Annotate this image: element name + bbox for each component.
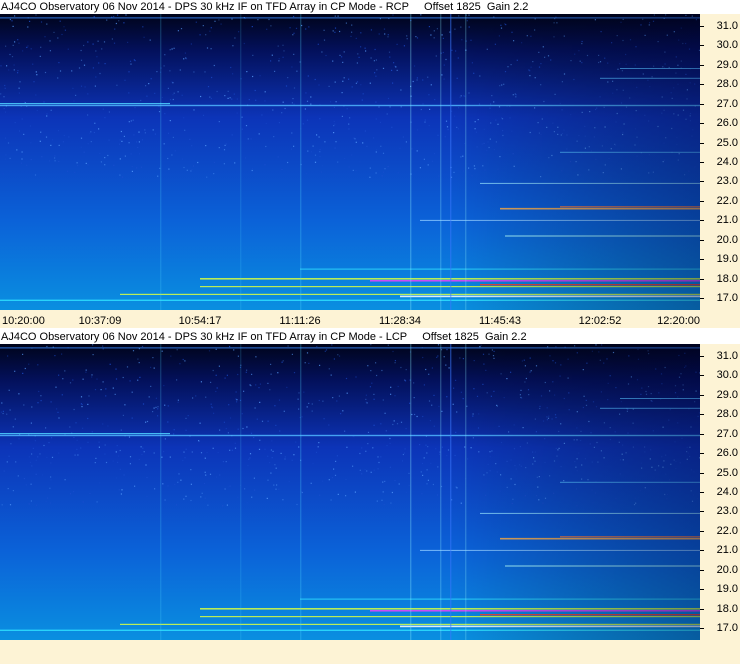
frequency-tick-label: 23.0 [716, 505, 738, 518]
frequency-tick-mark [700, 472, 704, 474]
spectrogram-fade [0, 344, 700, 640]
frequency-tick-mark [700, 628, 704, 630]
time-axis: 10:20:00 10:37:09 10:54:17 11:11:26 11:28:34… [0, 310, 740, 328]
frequency-tick-label: 20.0 [716, 233, 738, 246]
frequency-tick-label: 31.0 [716, 349, 738, 362]
rcp-chart-title: AJ4CO Observatory 06 Nov 2014 - DPS 30 k… [0, 0, 740, 14]
frequency-tick-label: 27.0 [716, 427, 738, 440]
frequency-tick-label: 26.0 [716, 117, 738, 130]
frequency-tick-label: 30.0 [716, 369, 738, 382]
frequency-tick-label: 19.0 [716, 253, 738, 266]
time-tick-label: 10:54:17 [178, 315, 222, 327]
frequency-tick-label: 22.0 [716, 524, 738, 537]
frequency-tick-mark [700, 259, 704, 261]
frequency-tick-label: 17.0 [716, 292, 738, 305]
frequency-tick-mark [700, 355, 704, 357]
rcp-spectrogram-canvas [0, 14, 700, 310]
frequency-tick-label: 22.0 [716, 194, 738, 207]
frequency-tick-mark [700, 453, 704, 455]
frequency-tick-label: 21.0 [716, 214, 738, 227]
time-tick-label: 10:20:00 [2, 315, 45, 327]
time-tick-label: 10:37:09 [78, 315, 122, 327]
rcp-frequency-axis: 31.0 30.0 29.0 28.0 27.0 26.0 25.0 24.0 23.0 22.0… [700, 14, 740, 310]
frequency-tick-mark [700, 569, 704, 571]
frequency-tick-mark [700, 414, 704, 416]
frequency-tick-mark [700, 511, 704, 513]
frequency-tick-label: 31.0 [716, 19, 738, 32]
frequency-tick-label: 20.0 [716, 563, 738, 576]
frequency-tick-label: 23.0 [716, 175, 738, 188]
frequency-tick-mark [700, 530, 704, 532]
frequency-tick-mark [700, 278, 704, 280]
frequency-tick-mark [700, 142, 704, 144]
frequency-tick-label: 28.0 [716, 408, 738, 421]
frequency-tick-label: 18.0 [716, 272, 738, 285]
frequency-tick-mark [700, 84, 704, 86]
frequency-tick-mark [700, 220, 704, 222]
frequency-tick-mark [700, 123, 704, 125]
frequency-tick-mark [700, 394, 704, 396]
frequency-tick-mark [700, 200, 704, 202]
frequency-tick-label: 26.0 [716, 447, 738, 460]
frequency-tick-label: 30.0 [716, 39, 738, 52]
frequency-tick-label: 19.0 [716, 583, 738, 596]
frequency-tick-label: 17.0 [716, 622, 738, 635]
frequency-tick-label: 25.0 [716, 136, 738, 149]
time-tick-label: 11:11:26 [279, 315, 321, 327]
frequency-tick-label: 21.0 [716, 544, 738, 557]
frequency-tick-mark [700, 550, 704, 552]
frequency-tick-mark [700, 608, 704, 610]
lcp-chart-title: AJ4CO Observatory 06 Nov 2014 - DPS 30 k… [0, 330, 740, 344]
frequency-tick-label: 28.0 [716, 78, 738, 91]
time-tick-label: 11:45:43 [478, 315, 522, 327]
time-tick-label: 12:02:52 [578, 315, 622, 327]
frequency-tick-label: 25.0 [716, 466, 738, 479]
frequency-tick-mark [700, 239, 704, 241]
frequency-tick-mark [700, 375, 704, 377]
lcp-frequency-axis: 31.0 30.0 29.0 28.0 27.0 26.0 25.0 24.0 23.0 22.0… [700, 344, 740, 640]
frequency-tick-mark [700, 103, 704, 105]
time-tick-label: 12:20:00 [657, 315, 700, 327]
frequency-tick-label: 29.0 [716, 388, 738, 401]
spectrogram-fade [0, 14, 700, 310]
frequency-tick-mark [700, 162, 704, 163]
frequency-tick-mark [700, 45, 704, 47]
frequency-tick-mark [700, 589, 704, 591]
lcp-time-axis-strip [0, 640, 740, 664]
frequency-tick-label: 29.0 [716, 58, 738, 71]
frequency-tick-label: 24.0 [716, 486, 738, 498]
frequency-tick-mark [700, 492, 704, 493]
lcp-spectrogram-panel: AJ4CO Observatory 06 Nov 2014 - DPS 30 k… [0, 330, 740, 664]
rcp-spectrogram-plot [0, 14, 700, 310]
rcp-spectrogram-panel: AJ4CO Observatory 06 Nov 2014 - DPS 30 k… [0, 0, 740, 330]
frequency-tick-mark [700, 298, 704, 300]
frequency-tick-label: 27.0 [716, 97, 738, 110]
time-tick-label: 11:28:34 [378, 315, 422, 327]
frequency-tick-mark [700, 433, 704, 435]
frequency-tick-mark [700, 25, 704, 27]
lcp-spectrogram-plot [0, 344, 700, 640]
frequency-tick-label: 18.0 [716, 602, 738, 615]
frequency-tick-mark [700, 64, 704, 66]
lcp-spectrogram-canvas [0, 344, 700, 640]
frequency-tick-label: 24.0 [716, 156, 738, 168]
frequency-tick-mark [700, 181, 704, 183]
